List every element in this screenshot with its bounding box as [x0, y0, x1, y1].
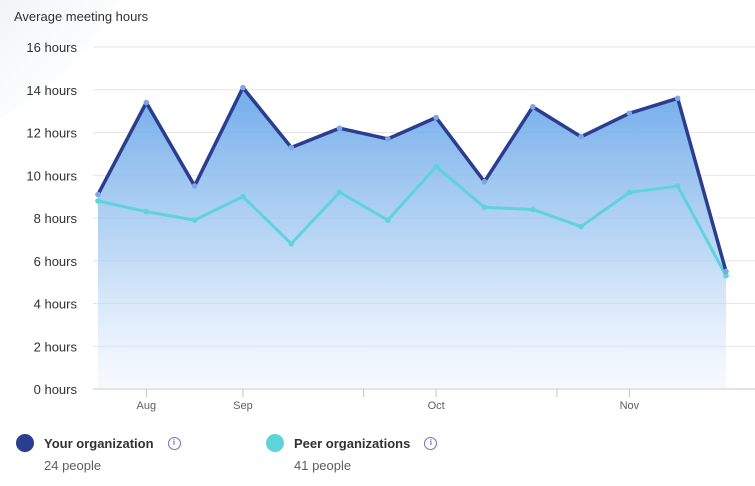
data-point: [481, 178, 488, 185]
legend-people-count: 24 people: [44, 458, 102, 473]
data-point: [143, 99, 150, 106]
info-icon[interactable]: i: [424, 436, 438, 450]
data-point: [288, 240, 295, 247]
x-tick-label: Aug: [137, 400, 157, 412]
data-point: [191, 217, 198, 223]
data-point: [529, 206, 536, 213]
data-point: [240, 84, 246, 91]
y-tick-label: 10 hours: [26, 168, 77, 183]
data-point: [433, 114, 439, 121]
info-icon[interactable]: i: [167, 436, 181, 450]
data-point: [578, 223, 584, 230]
data-point: [626, 189, 633, 196]
y-tick-label: 12 hours: [26, 126, 77, 141]
series-layer: [95, 84, 729, 390]
data-point: [336, 189, 343, 196]
data-point: [674, 183, 681, 189]
x-tick-label: Sep: [233, 400, 253, 412]
data-point: [674, 95, 681, 102]
data-point: [385, 136, 391, 142]
data-point: [723, 268, 729, 275]
data-point: [288, 144, 295, 151]
legend: Your organization i 24 people Peer organ…: [0, 432, 755, 486]
legend-item-your-organization[interactable]: Your organization i 24 people: [16, 432, 181, 473]
data-point: [95, 191, 101, 198]
data-point: [191, 183, 198, 189]
y-axis: 0 hours 2 hours 4 hours 6 hours 8 hours 10 ho…: [26, 40, 77, 397]
data-point: [578, 133, 584, 140]
legend-item-peer-organizations[interactable]: Peer organizations i 41 people: [266, 432, 438, 473]
y-tick-label: 4 hours: [34, 297, 78, 312]
legend-swatch: [16, 434, 34, 452]
legend-label: Your organization: [44, 435, 154, 451]
data-point: [143, 208, 150, 215]
x-tick-label: Oct: [428, 400, 445, 412]
legend-swatch: [266, 434, 284, 452]
legend-people-count: 41 people: [294, 458, 352, 473]
data-point: [336, 125, 343, 132]
legend-label: Peer organizations: [294, 435, 411, 451]
y-tick-label: 8 hours: [34, 211, 78, 226]
x-axis: Aug Sep Oct Nov: [137, 389, 640, 412]
meeting-hours-chart: 0 hours 2 hours 4 hours 6 hours 8 hours 10 ho…: [26, 40, 755, 412]
y-tick-label: 6 hours: [34, 254, 78, 269]
y-tick-label: 2 hours: [34, 339, 78, 354]
y-tick-label: 16 hours: [26, 40, 77, 55]
data-point: [529, 104, 536, 110]
data-point: [626, 110, 633, 117]
y-tick-label: 14 hours: [26, 83, 77, 98]
data-point: [95, 198, 101, 204]
data-point: [385, 217, 391, 223]
data-point: [240, 193, 246, 200]
y-tick-label: 0 hours: [34, 382, 78, 397]
x-tick-label: Nov: [620, 400, 640, 412]
data-point: [433, 163, 439, 170]
data-point: [481, 204, 488, 211]
